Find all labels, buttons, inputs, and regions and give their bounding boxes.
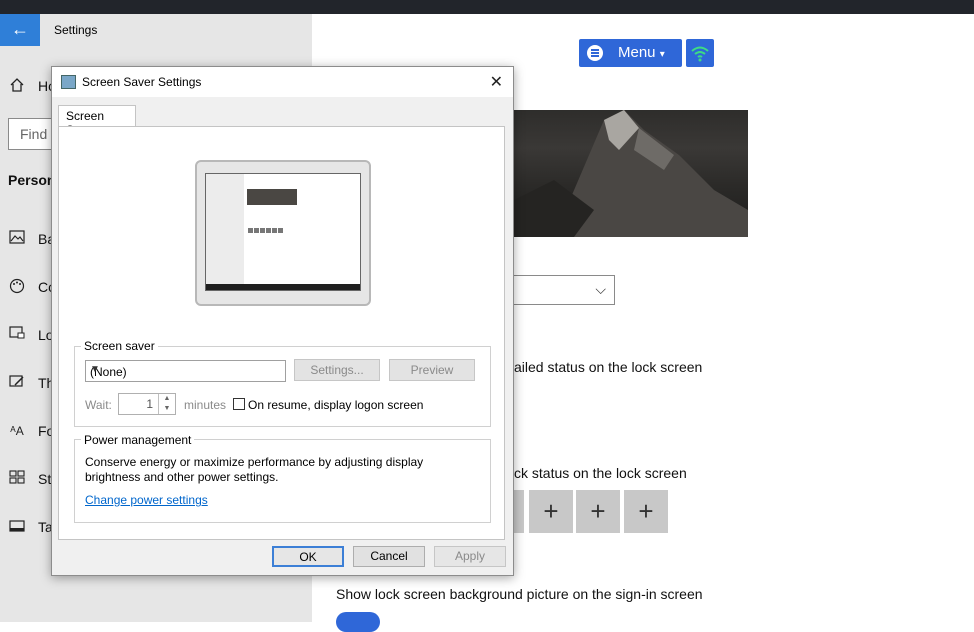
chevron-down-icon: ⌵ (595, 281, 606, 297)
show-background-label: Show lock screen background picture on t… (336, 586, 703, 602)
font-icon: ᴬA (10, 424, 24, 438)
background-dropdown[interactable]: ⌵ (514, 275, 615, 305)
power-description: Conserve energy or maximize performance … (85, 455, 424, 484)
section-label: Person (8, 172, 56, 188)
change-power-settings-link[interactable]: Change power settings (85, 493, 208, 507)
quick-status-label: ck status on the lock screen (514, 465, 687, 481)
quick-status-app-slot[interactable]: + (576, 490, 620, 533)
power-management-label: Power management (81, 433, 195, 447)
screen-saver-group-label: Screen saver (81, 339, 158, 353)
wait-label: Wait: (85, 398, 112, 412)
menu-button[interactable]: Menu ▾ (579, 39, 682, 67)
wait-value: 1 (146, 397, 153, 411)
wifi-button[interactable] (686, 39, 714, 67)
picture-icon (8, 230, 26, 248)
quick-status-app-slot[interactable]: + (624, 490, 668, 533)
screen-saver-icon (61, 75, 76, 89)
screen-saver-select[interactable]: (None) ▼ (85, 360, 286, 382)
plus-icon: + (590, 496, 606, 526)
resume-logon-checkbox[interactable] (233, 398, 245, 410)
palette-icon (8, 278, 26, 296)
show-background-toggle[interactable] (336, 612, 380, 632)
dialog-titlebar: Screen Saver Settings ✕ (52, 67, 513, 97)
tab-screen-saver[interactable]: Screen Saver (58, 105, 136, 137)
monitor-preview (195, 160, 371, 306)
settings-title: Settings (54, 23, 98, 37)
screen-saver-dialog: Screen Saver Settings ✕ Screen Saver Scr… (51, 66, 514, 576)
start-icon (8, 470, 26, 488)
settings-button[interactable]: Settings... (294, 359, 380, 381)
plus-icon: + (543, 496, 559, 526)
back-arrow-icon: ← (11, 19, 29, 39)
top-bar (0, 0, 974, 14)
wifi-icon (691, 46, 709, 62)
search-placeholder: Find (20, 126, 48, 142)
caret-down-icon: ▾ (659, 49, 665, 60)
quick-status-app-slot[interactable]: + (529, 490, 573, 533)
taskbar-icon (8, 518, 26, 536)
apply-button[interactable]: Apply (434, 546, 506, 567)
plus-icon: + (638, 496, 654, 526)
minutes-label: minutes (184, 398, 227, 412)
lock-screen-icon (8, 326, 26, 344)
wait-minutes-stepper[interactable]: 1 ▲ ▼ (118, 393, 176, 415)
spinner-arrows-icon[interactable]: ▲ ▼ (158, 394, 175, 414)
resume-logon-label[interactable]: On resume, display logon screen (248, 398, 423, 412)
close-icon[interactable]: ✕ (490, 72, 503, 92)
chevron-down-icon: ▼ (90, 364, 100, 375)
ok-button[interactable]: OK (272, 546, 344, 567)
home-icon (8, 77, 26, 95)
brush-icon (8, 374, 26, 392)
monitor-screen (205, 173, 361, 291)
detailed-status-label: ailed status on the lock screen (514, 359, 703, 375)
cancel-button[interactable]: Cancel (353, 546, 425, 567)
lock-screen-preview-image (514, 110, 748, 237)
preview-button[interactable]: Preview (389, 359, 475, 381)
menu-label: Menu (618, 44, 656, 61)
dialog-title: Screen Saver Settings (82, 75, 202, 89)
sidebar-item-label: St (38, 471, 52, 487)
back-button[interactable]: ← (0, 14, 40, 46)
menu-icon (587, 45, 603, 61)
